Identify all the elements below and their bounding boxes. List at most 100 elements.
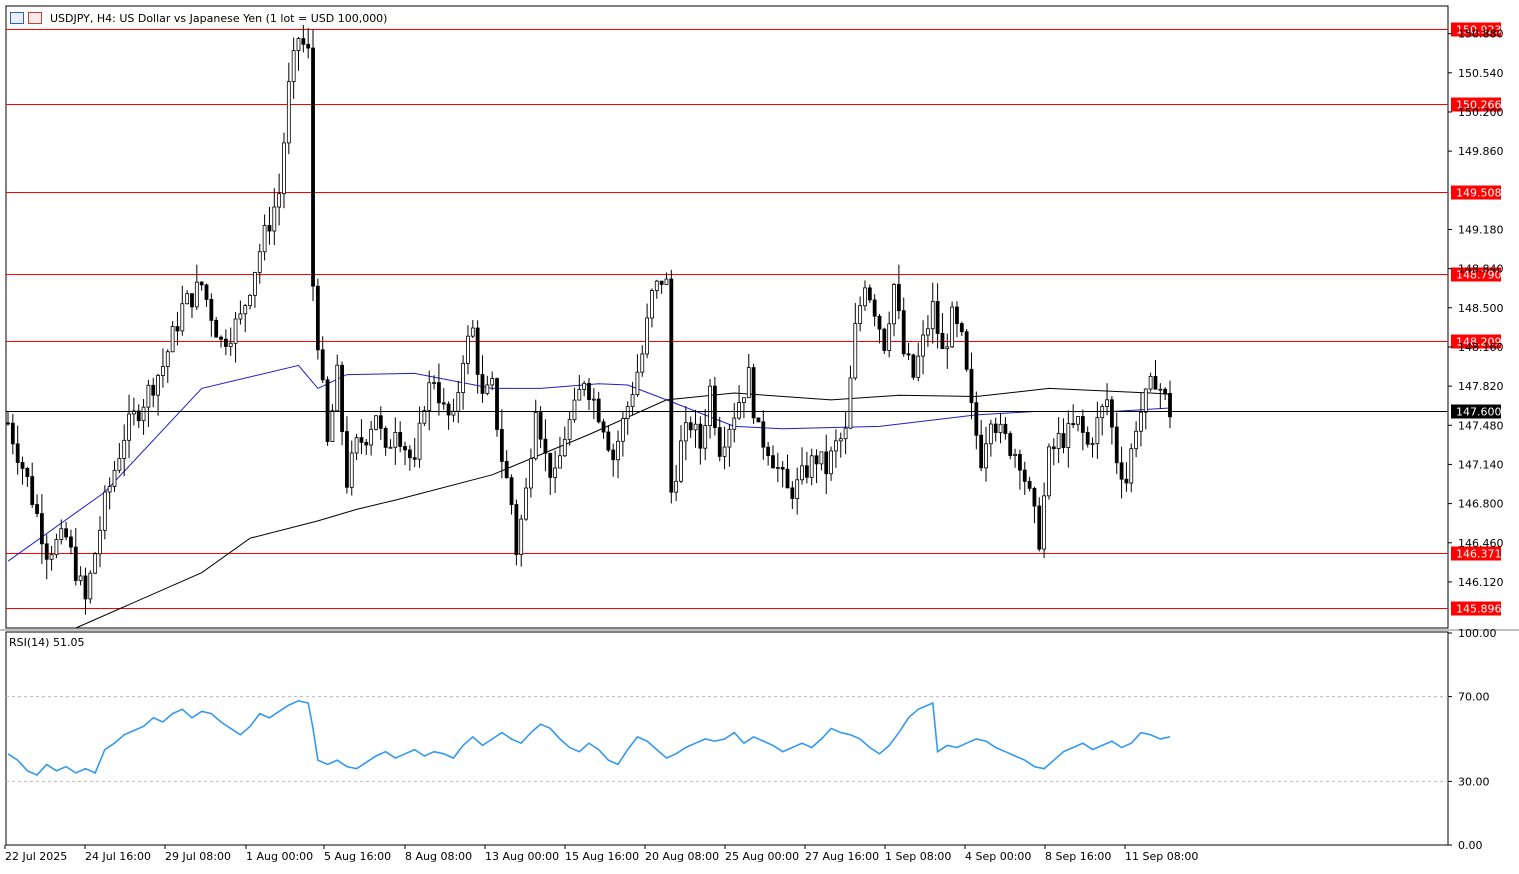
candle-body [751,367,756,419]
candle-body [1051,446,1056,450]
candle-body [267,225,272,232]
candle-body [233,318,238,344]
candle-body [964,331,969,370]
candle-body [572,399,577,421]
candle-body [548,452,553,478]
price-tick-label: 147.480 [1458,419,1504,432]
candle-body [785,468,790,489]
candle-body [407,449,412,459]
time-tick-label: 1 Sep 08:00 [885,850,951,863]
candle-body [1095,417,1100,445]
time-tick-label: 8 Sep 16:00 [1045,850,1111,863]
candle-body [1110,399,1114,428]
candle-body [301,38,306,45]
candle-body [253,272,257,296]
candle-body [223,338,228,347]
candle-body [1071,423,1076,425]
candle-body [1119,462,1124,480]
candle-body [320,349,325,381]
price-tick-label: 149.180 [1458,223,1504,236]
candle-body [54,539,59,556]
candle-body [838,438,843,442]
candle-body [257,251,262,273]
time-tick-label: 15 Aug 16:00 [565,850,639,863]
candle-body [558,455,562,469]
candle-body [422,410,427,424]
candle-body [529,458,533,489]
candle-body [398,432,403,447]
candle-body [679,440,683,482]
candle-body [688,422,693,431]
candle-body [1022,469,1027,482]
candle-body [296,38,301,52]
candle-body [499,429,504,462]
candle-body [1134,430,1139,450]
candle-body [1124,478,1129,484]
candle-body [814,455,819,465]
candle-body [935,301,940,334]
candle-body [35,504,39,514]
candle-body [359,437,364,443]
candle-body [180,303,185,332]
candle-body [388,446,393,449]
candle-body [59,528,64,540]
candle-body [766,446,771,457]
candle-body [88,572,93,600]
candle-body [829,450,833,475]
candle-body [926,328,930,336]
chart-canvas[interactable]: 150.923150.266149.508148.790148.209146.3… [0,0,1519,874]
candle-body [73,546,78,581]
price-tick-label: 147.820 [1458,380,1504,393]
candle-body [761,421,766,448]
candle-body [136,410,141,422]
candle-body [30,476,35,505]
candle-body [896,284,901,312]
candle-body [906,353,911,356]
candle-body [674,480,679,493]
candle-body [1018,453,1022,471]
candle-body [209,299,214,321]
candle-body [10,422,15,445]
candle-body [383,427,388,448]
candle-body [601,421,606,433]
candle-body [853,323,858,379]
level-label: 145.896 [1456,603,1502,616]
time-tick-label: 5 Aug 16:00 [324,850,391,863]
candle-body [524,487,528,520]
price-tick-label: 148.500 [1458,302,1504,315]
time-tick-label: 20 Aug 08:00 [645,850,719,863]
rsi-panel: 100.00 70.00 30.00 0.00 [6,627,1497,852]
time-tick-label: 4 Sep 00:00 [965,850,1031,863]
candle-body [756,417,761,423]
candle-body [1013,453,1017,456]
candle-body [369,428,374,446]
candle-body [998,423,1003,434]
candle-body [732,417,737,430]
candle-body [630,394,635,407]
candle-body [393,432,398,448]
candle-body [848,377,853,429]
candle-body [533,412,538,460]
horizontal-levels: 150.923150.266149.508148.790148.209146.3… [6,22,1502,616]
candle-body [456,392,461,412]
candle-body [248,294,252,306]
candle-body [345,431,349,488]
candle-body [984,443,988,469]
candle-body [117,458,122,471]
time-tick-label: 24 Jul 16:00 [85,850,151,863]
candle-body [775,467,780,469]
candle-body [272,206,277,232]
candle-body [214,319,219,338]
candle-body [291,50,296,83]
candle-body [403,446,407,451]
candle-body [1080,416,1085,433]
candle-body [146,384,151,408]
candle-body [470,327,475,337]
candle-body [1042,495,1047,550]
candle-body [955,306,959,324]
price-tick-label: 150.200 [1458,106,1504,119]
price-axis: 150.880 150.540 150.200 149.860 149.180 148.8… [1448,28,1504,589]
candle-body [441,402,446,405]
candle-body [1105,399,1109,408]
candle-body [335,364,340,412]
